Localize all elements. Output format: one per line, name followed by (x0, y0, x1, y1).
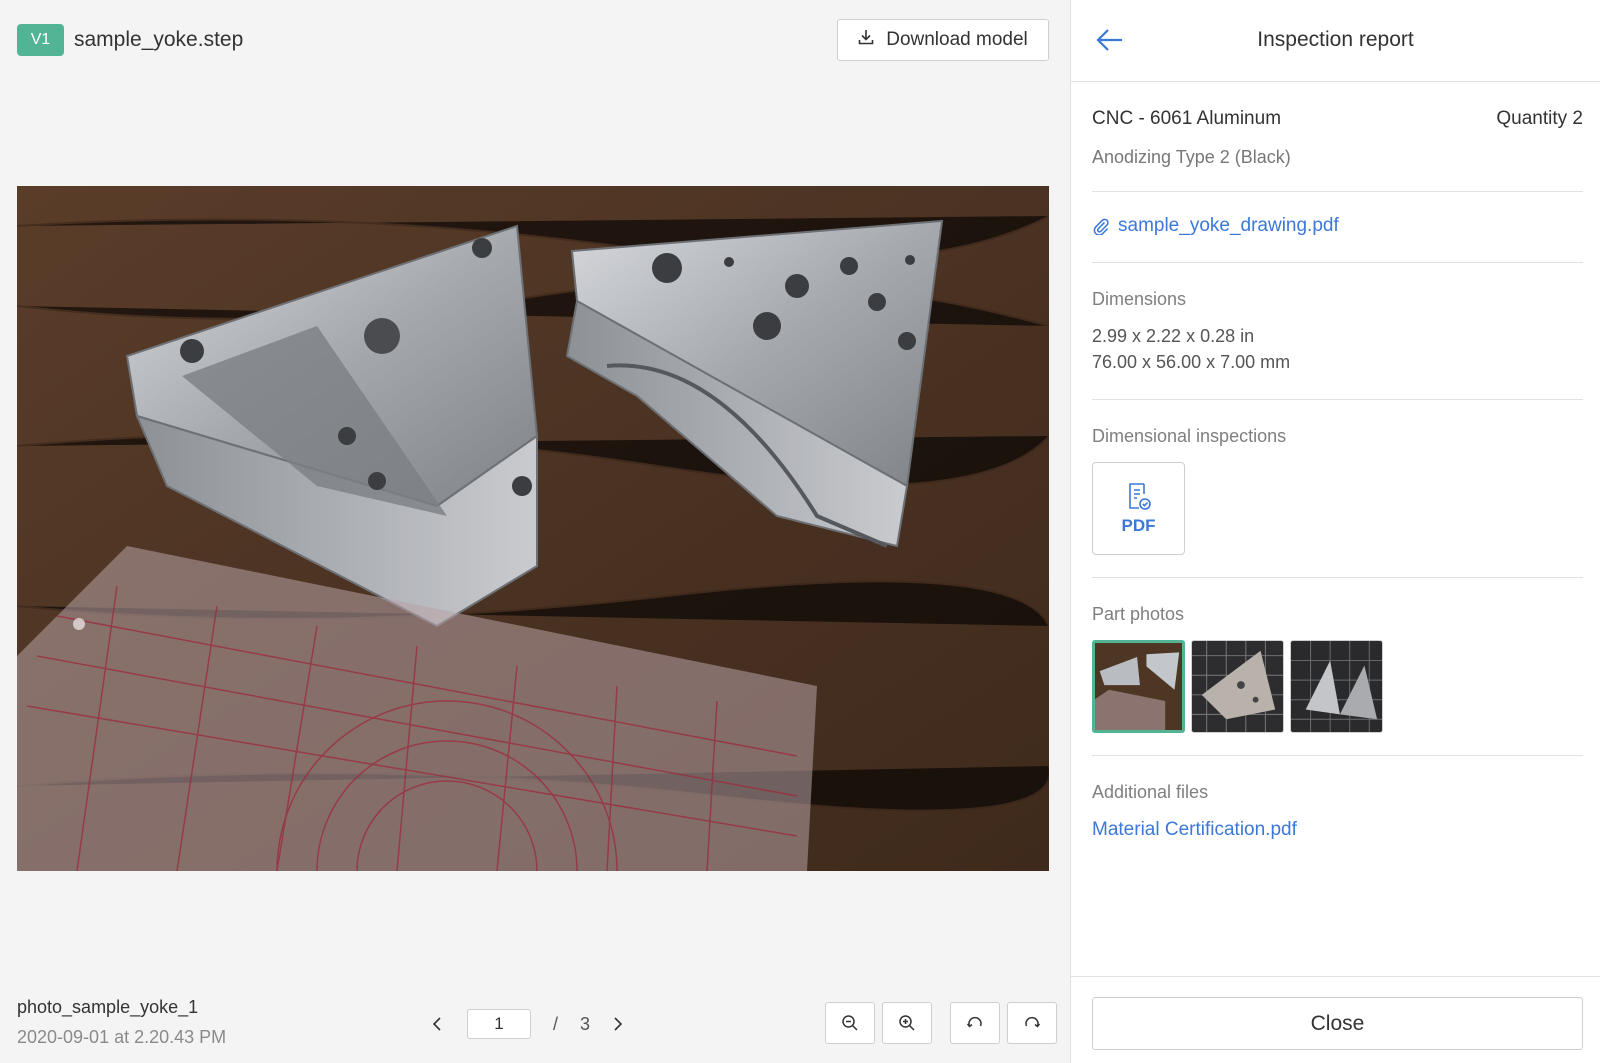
panel-header: Inspection report (1071, 0, 1600, 82)
inspection-pdf-tile[interactable]: PDF (1092, 462, 1185, 555)
part-photo-thumbnail-3[interactable] (1290, 640, 1383, 733)
additional-files-section: Additional files Material Certification.… (1092, 756, 1583, 842)
panel-title: Inspection report (1257, 28, 1414, 51)
photo-viewer: V1 sample_yoke.step Download model photo… (0, 0, 1070, 1063)
close-button[interactable]: Close (1092, 997, 1583, 1050)
part-spec-section: CNC - 6061 Aluminum Quantity 2 Anodizing… (1092, 82, 1583, 192)
next-photo-button[interactable] (606, 1012, 630, 1036)
drawing-section: sample_yoke_drawing.pdf (1092, 192, 1583, 263)
panel-footer: Close (1071, 976, 1600, 1063)
zoom-out-icon (842, 1015, 858, 1031)
download-model-label: Download model (886, 29, 1028, 50)
photo-tools (825, 1002, 1057, 1044)
rotate-right-button[interactable] (1007, 1002, 1057, 1044)
photo-pager: / 3 (425, 1006, 630, 1042)
chevron-left-icon (432, 1017, 441, 1031)
photo-caption: photo_sample_yoke_1 (17, 997, 199, 1017)
drawing-file-link[interactable]: sample_yoke_drawing.pdf (1118, 214, 1339, 238)
quantity: Quantity 2 (1496, 108, 1583, 129)
page-total: 3 (580, 1013, 591, 1034)
download-icon (858, 29, 874, 51)
file-name: sample_yoke.step (74, 28, 244, 51)
part-photo-thumbnail-1[interactable] (1092, 640, 1185, 733)
part-photo-thumbnail-2[interactable] (1191, 640, 1284, 733)
rotate-right-icon (1025, 1016, 1041, 1028)
material-certification-link[interactable]: Material Certification.pdf (1092, 804, 1583, 842)
rotate-left-icon (966, 1016, 982, 1028)
inspections-section: Dimensional inspections PDF (1092, 400, 1583, 578)
part-photos-section: Part photos (1092, 578, 1583, 756)
dimensions-mm: 76.00 x 56.00 x 7.00 mm (1092, 352, 1291, 372)
photo-date: 2020-09-01 at 2.20.43 PM (17, 1027, 227, 1047)
download-model-button[interactable]: Download model (837, 19, 1049, 61)
paperclip-icon (1093, 218, 1109, 235)
zoom-in-icon (899, 1015, 915, 1031)
zoom-in-button[interactable] (882, 1002, 932, 1044)
additional-files-title: Additional files (1092, 782, 1209, 802)
part-photo (17, 186, 1049, 871)
document-check-icon (1128, 482, 1151, 510)
inspection-pdf-label: PDF (1121, 515, 1156, 535)
inspection-report-panel: Inspection report CNC - 6061 Aluminum Qu… (1070, 0, 1600, 1063)
dimensions-inches: 2.99 x 2.22 x 0.28 in (1092, 326, 1255, 346)
version-badge: V1 (17, 24, 64, 56)
dimensions-title: Dimensions (1092, 289, 1187, 309)
part-photos-title: Part photos (1092, 604, 1185, 624)
page-number-input[interactable] (467, 1009, 531, 1039)
page-separator: / (553, 1013, 559, 1034)
zoom-out-button[interactable] (825, 1002, 875, 1044)
process-material: CNC - 6061 Aluminum (1092, 108, 1282, 129)
rotate-left-button[interactable] (950, 1002, 1000, 1044)
inspections-title: Dimensional inspections (1092, 426, 1287, 446)
chevron-right-icon (614, 1017, 623, 1031)
dimensions-section: Dimensions 2.99 x 2.22 x 0.28 in 76.00 x… (1092, 263, 1583, 400)
finish: Anodizing Type 2 (Black) (1092, 147, 1291, 167)
previous-photo-button[interactable] (425, 1012, 449, 1036)
